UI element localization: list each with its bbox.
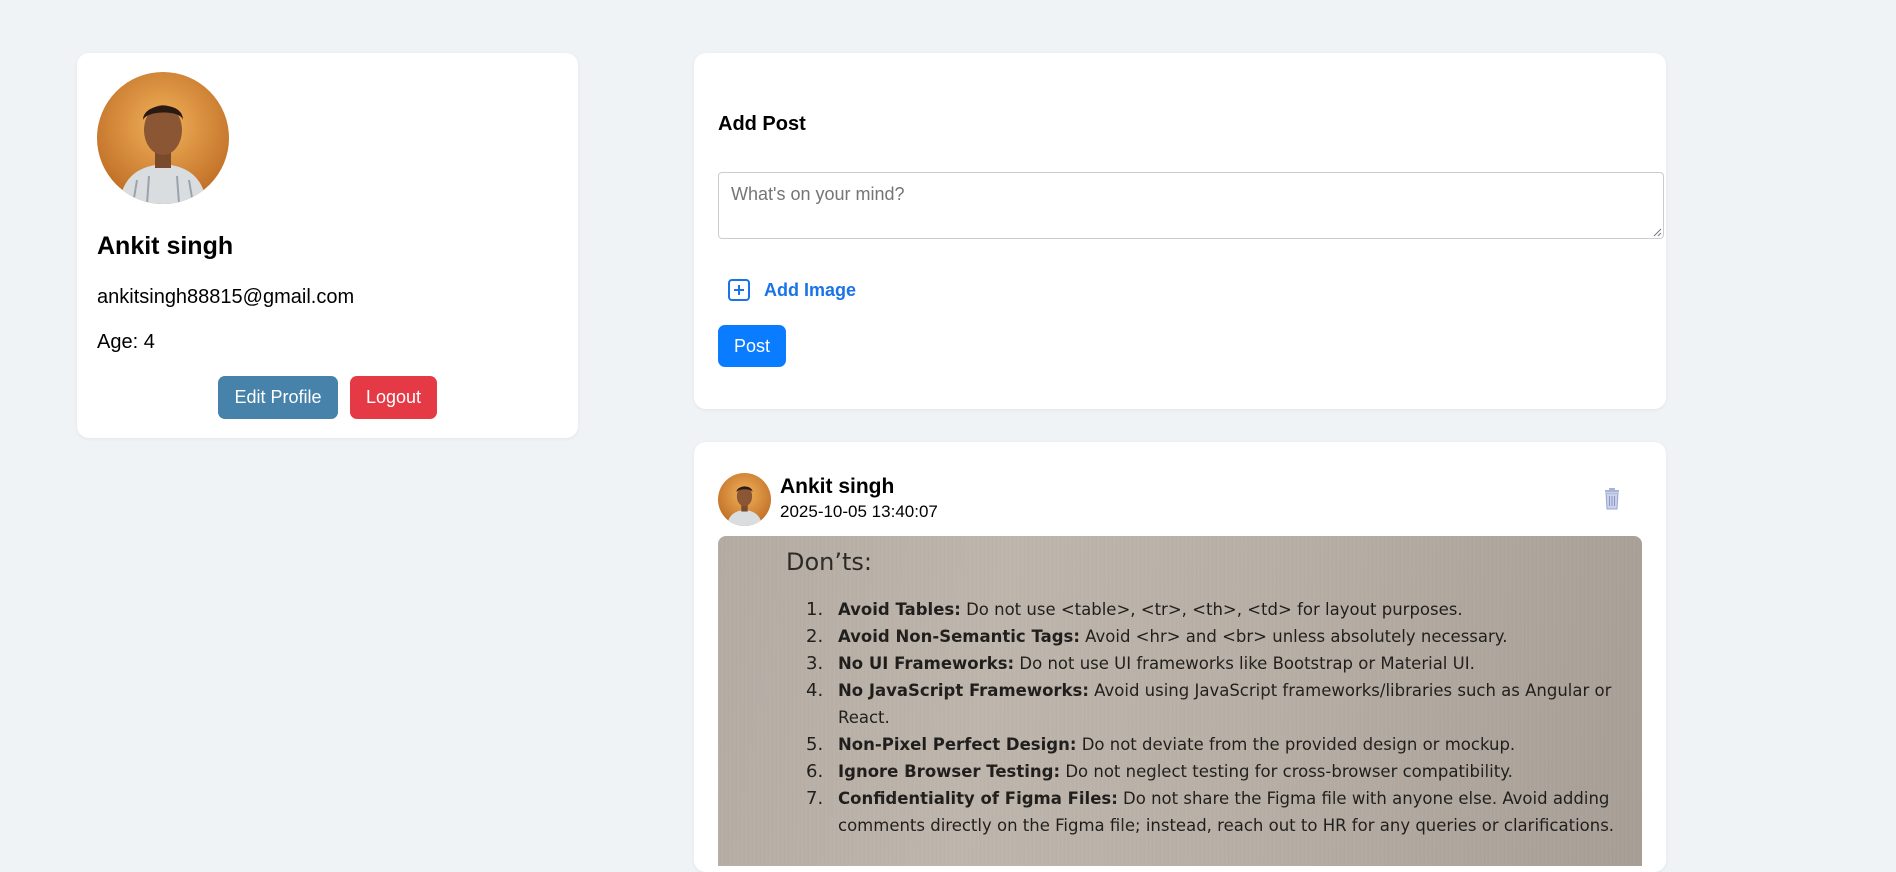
list-item: 2. Avoid Non-Semantic Tags: Avoid <hr> an…	[806, 626, 1508, 647]
add-post-card: Add Post Add Image Post	[694, 53, 1666, 409]
post-text-input[interactable]	[718, 172, 1664, 239]
trash-icon[interactable]	[1602, 488, 1622, 510]
post-button[interactable]: Post	[718, 325, 786, 367]
list-item: 6. Ignore Browser Testing: Do not neglect…	[806, 761, 1513, 782]
profile-actions: Edit Profile Logout	[218, 376, 437, 419]
post-card: Ankit singh 2025-10-05 13:40:07 Don’ts: …	[694, 442, 1666, 872]
profile-name: Ankit singh	[97, 232, 234, 260]
list-item: 1. Avoid Tables: Do not use <table>, <tr>…	[806, 599, 1463, 620]
image-heading: Don’ts:	[786, 548, 873, 576]
image-list: 1. Avoid Tables: Do not use <table>, <tr>…	[806, 596, 1626, 839]
add-image-button[interactable]: Add Image	[727, 278, 856, 302]
post-timestamp: 2025-10-05 13:40:07	[780, 502, 938, 521]
list-item: 5. Non-Pixel Perfect Design: Do not devia…	[806, 734, 1516, 755]
profile-age: Age: 4	[97, 331, 155, 353]
profile-email: ankitsingh88815@gmail.com	[97, 286, 355, 308]
add-image-icon	[728, 279, 750, 301]
post-image[interactable]: Don’ts: 1. Avoid Tables: Do not use <tabl…	[718, 536, 1642, 866]
resize-grip-icon[interactable]	[1652, 227, 1662, 237]
post-author-avatar[interactable]	[718, 473, 771, 526]
add-image-label: Add Image	[764, 279, 857, 300]
add-post-title: Add Post	[718, 113, 806, 135]
list-item: 7. Confidentiality of Figma Files: Do not…	[806, 788, 1615, 835]
profile-card: Ankit singh ankitsingh88815@gmail.com Ag…	[77, 53, 578, 438]
list-item: 4. No JavaScript Frameworks: Avoid using …	[806, 680, 1612, 727]
logout-button[interactable]: Logout	[350, 376, 437, 419]
list-item: 3. No UI Frameworks: Do not use UI framew…	[806, 653, 1475, 674]
edit-profile-button[interactable]: Edit Profile	[218, 376, 338, 419]
post-author-name[interactable]: Ankit singh	[780, 475, 894, 499]
avatar	[97, 72, 229, 204]
